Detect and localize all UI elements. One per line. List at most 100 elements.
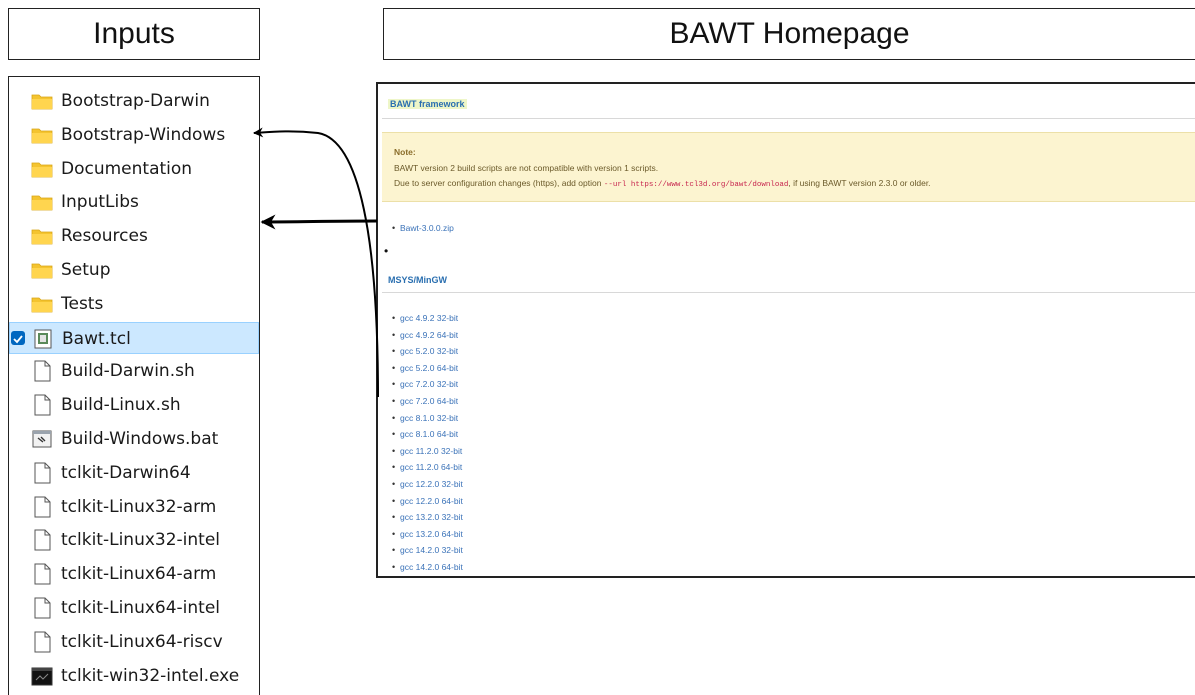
- file-name: Build-Darwin.sh: [61, 361, 195, 382]
- bullet: •: [392, 479, 396, 489]
- file-name: Setup: [61, 260, 111, 280]
- folder-icon: [31, 225, 53, 247]
- download-link-label[interactable]: Bawt-3.0.0.zip: [400, 223, 454, 233]
- gcc-link[interactable]: • gcc 5.2.0 32-bit: [392, 346, 458, 356]
- file-icon: [31, 529, 53, 551]
- divider: [382, 118, 1195, 119]
- file-row[interactable]: Setup: [9, 254, 259, 286]
- bullet: •: [392, 429, 396, 440]
- note-line-2: Due to server configuration changes (htt…: [394, 178, 931, 189]
- gcc-link-label[interactable]: gcc 8.1.0 32-bit: [400, 413, 458, 423]
- gcc-link-label[interactable]: gcc 4.9.2 64-bit: [400, 330, 458, 340]
- checkbox-icon[interactable]: [11, 330, 25, 345]
- file-row[interactable]: tclkit-Linux64-arm: [9, 558, 259, 590]
- bullet: •: [392, 223, 396, 233]
- gcc-link[interactable]: • gcc 14.2.0 64-bit: [392, 562, 463, 572]
- batch-file-icon: [31, 428, 53, 450]
- note-label: Note:: [394, 147, 416, 157]
- gcc-link[interactable]: • gcc 7.2.0 64-bit: [392, 396, 458, 406]
- file-row[interactable]: Build-Darwin.sh: [9, 355, 259, 387]
- gcc-link[interactable]: • gcc 7.2.0 32-bit: [392, 379, 458, 389]
- bullet: •: [392, 495, 396, 506]
- gcc-link-label[interactable]: gcc 14.2.0 32-bit: [400, 545, 463, 555]
- file-row[interactable]: Tests: [9, 288, 259, 320]
- download-link[interactable]: • Bawt-3.0.0.zip: [392, 223, 454, 233]
- file-row[interactable]: Resources: [9, 220, 259, 252]
- file-row[interactable]: tclkit-Linux64-intel: [9, 592, 259, 624]
- file-name: Build-Windows.bat: [61, 429, 219, 449]
- bullet: •: [392, 545, 396, 556]
- exe-icon: [31, 665, 53, 687]
- file-name: tclkit-Darwin64: [61, 462, 191, 483]
- folder-icon: [31, 124, 53, 146]
- file-name: Bootstrap-Windows: [61, 124, 226, 145]
- note-box: Note: BAWT version 2 build scripts are n…: [382, 132, 1195, 202]
- arrow-to-bootstrap-windows: [253, 127, 379, 398]
- file-row[interactable]: InputLibs: [9, 186, 259, 218]
- gcc-link[interactable]: • gcc 12.2.0 32-bit: [392, 479, 463, 489]
- note-line-2-post: , if using BAWT version 2.3.0 or older.: [788, 178, 931, 188]
- file-name: tclkit-Linux32-arm: [61, 496, 217, 517]
- file-row[interactable]: Bawt.tcl: [9, 321, 259, 354]
- file-name: Bootstrap-Darwin: [61, 91, 210, 111]
- file-row[interactable]: tclkit-Linux64-riscv: [9, 626, 259, 658]
- gcc-link-label[interactable]: gcc 7.2.0 32-bit: [400, 379, 458, 389]
- gcc-link[interactable]: • gcc 11.2.0 64-bit: [392, 462, 462, 472]
- gcc-link-label[interactable]: gcc 13.2.0 32-bit: [400, 512, 463, 522]
- bullet: •: [392, 562, 396, 572]
- file-icon: [31, 496, 53, 518]
- file-row[interactable]: tclkit-win32-intel.exe: [9, 660, 259, 692]
- gcc-link-label[interactable]: gcc 13.2.0 64-bit: [400, 529, 463, 539]
- gcc-link-label[interactable]: gcc 11.2.0 64-bit: [400, 462, 462, 472]
- gcc-link[interactable]: • gcc 13.2.0 32-bit: [392, 512, 463, 522]
- note-line-2-pre: Due to server configuration changes (htt…: [394, 178, 602, 188]
- file-row[interactable]: Build-Linux.sh: [9, 389, 259, 421]
- gcc-link-label[interactable]: gcc 4.9.2 32-bit: [400, 313, 458, 323]
- file-row[interactable]: Bootstrap-Windows: [9, 119, 259, 151]
- bullet: •: [392, 396, 396, 406]
- gcc-link-label[interactable]: gcc 5.2.0 64-bit: [400, 363, 458, 373]
- file-name: tclkit-Linux32-intel: [61, 530, 221, 551]
- gcc-link[interactable]: • gcc 12.2.0 64-bit: [392, 496, 463, 506]
- file-row[interactable]: Bootstrap-Darwin: [9, 85, 259, 117]
- tcl-script-icon: [32, 328, 54, 350]
- file-name: tclkit-Linux64-arm: [61, 564, 217, 585]
- gcc-link[interactable]: • gcc 14.2.0 32-bit: [392, 545, 463, 555]
- bullet: •: [392, 346, 396, 357]
- gcc-link[interactable]: • gcc 4.9.2 64-bit: [392, 330, 458, 340]
- file-name: tclkit-Linux64-intel: [61, 598, 221, 618]
- bawt-homepage-panel: BAWT framework Note: BAWT version 2 buil…: [376, 82, 1195, 578]
- file-name: Resources: [61, 226, 148, 247]
- bullet: •: [392, 445, 396, 456]
- gcc-link[interactable]: • gcc 13.2.0 64-bit: [392, 529, 463, 539]
- folder-icon: [31, 158, 53, 180]
- gcc-link[interactable]: • gcc 8.1.0 64-bit: [392, 429, 458, 439]
- folder-icon: [31, 293, 53, 315]
- gcc-link-label[interactable]: gcc 8.1.0 64-bit: [400, 429, 458, 439]
- bullet: •: [392, 528, 396, 539]
- gcc-link-label[interactable]: gcc 12.2.0 64-bit: [400, 496, 463, 506]
- gcc-link-label[interactable]: gcc 14.2.0 64-bit: [400, 562, 463, 572]
- gcc-link[interactable]: • gcc 8.1.0 32-bit: [392, 413, 458, 423]
- file-row[interactable]: tclkit-Linux32-intel: [9, 524, 259, 556]
- gcc-link-label[interactable]: gcc 7.2.0 64-bit: [400, 396, 458, 406]
- gcc-link[interactable]: • gcc 11.2.0 32-bit: [392, 446, 462, 456]
- file-row[interactable]: tclkit-Linux32-arm: [9, 491, 259, 523]
- gcc-link-label[interactable]: gcc 11.2.0 32-bit: [400, 446, 462, 456]
- gcc-link[interactable]: • gcc 5.2.0 64-bit: [392, 363, 458, 373]
- note-code: --url https://www.tcl3d.org/bawt/downloa…: [603, 181, 789, 189]
- file-row[interactable]: Build-Windows.bat: [9, 423, 259, 455]
- file-name: Tests: [61, 293, 104, 314]
- file-name: Documentation: [61, 158, 193, 179]
- file-name: tclkit-Linux64-riscv: [61, 631, 223, 652]
- gcc-link-label[interactable]: gcc 12.2.0 32-bit: [400, 479, 463, 489]
- bullet: •: [392, 379, 396, 390]
- folder-icon: [31, 90, 53, 112]
- bullet: •: [392, 412, 396, 423]
- gcc-link[interactable]: • gcc 4.9.2 32-bit: [392, 313, 458, 323]
- file-row[interactable]: Documentation: [9, 153, 259, 185]
- file-icon: [31, 631, 53, 653]
- gcc-link-label[interactable]: gcc 5.2.0 32-bit: [400, 346, 458, 356]
- file-row[interactable]: tclkit-Darwin64: [9, 457, 259, 489]
- bullet: •: [392, 313, 396, 323]
